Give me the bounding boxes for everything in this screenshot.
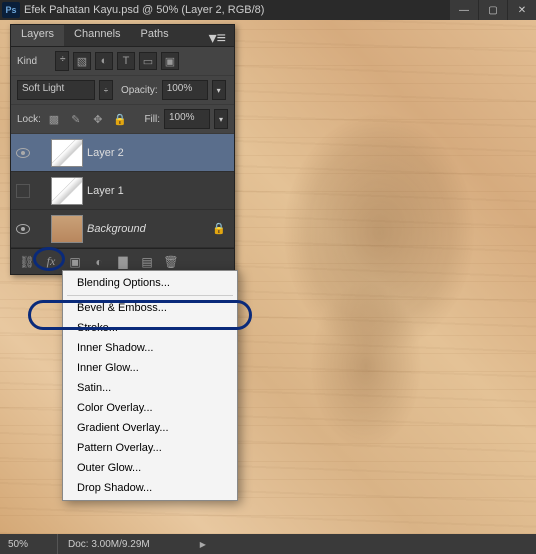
layer-name[interactable]: Background [87,223,212,235]
filter-smart-icon[interactable]: ▣ [161,52,179,70]
layer-style-menu: Blending Options... Bevel & Emboss... St… [62,270,238,501]
visibility-toggle[interactable] [11,184,35,198]
maximize-button[interactable]: ▢ [479,0,507,20]
fill-arrow[interactable]: ▾ [214,109,228,129]
menu-stroke[interactable]: Stroke... [63,318,237,338]
blend-mode-arrow[interactable]: ÷ [99,80,113,100]
lock-icon: 🔒 [212,222,234,235]
opacity-arrow[interactable]: ▾ [212,80,226,100]
fill-value[interactable]: 100% [164,109,210,129]
menu-bevel-emboss[interactable]: Bevel & Emboss... [63,298,237,318]
portrait-sketch [236,100,496,480]
blend-row: Soft Light ÷ Opacity: 100% ▾ [11,76,234,105]
kind-label: Kind [17,56,51,67]
document-title: Efek Pahatan Kayu.psd @ 50% (Layer 2, RG… [24,4,449,16]
menu-drop-shadow[interactable]: Drop Shadow... [63,478,237,498]
fill-label: Fill: [144,114,160,125]
doc-size[interactable]: Doc: 3.00M/9.29M [58,539,150,550]
layer-row-1[interactable]: Layer 1 [11,172,234,210]
lock-paint-icon[interactable]: ✎ [67,110,85,128]
layer-thumbnail[interactable] [51,215,83,243]
zoom-level[interactable]: 50% [0,534,58,554]
layer-name[interactable]: Layer 2 [87,147,234,159]
tab-paths[interactable]: Paths [131,25,179,46]
menu-outer-glow[interactable]: Outer Glow... [63,458,237,478]
layer-fx-button[interactable]: fx [39,251,63,273]
menu-inner-shadow[interactable]: Inner Shadow... [63,338,237,358]
title-bar: Ps Efek Pahatan Kayu.psd @ 50% (Layer 2,… [0,0,536,20]
filter-adjust-icon[interactable]: ◐ [95,52,113,70]
layer-thumbnail[interactable] [51,177,83,205]
layer-thumbnail[interactable] [51,139,83,167]
app-badge: Ps [2,2,20,18]
lock-trans-icon[interactable]: ▩ [45,110,63,128]
tab-layers[interactable]: Layers [11,25,64,46]
filter-shape-icon[interactable]: ▭ [139,52,157,70]
menu-pattern-overlay[interactable]: Pattern Overlay... [63,438,237,458]
close-button[interactable]: ✕ [508,0,536,20]
filter-type-icon[interactable]: T [117,52,135,70]
layer-name[interactable]: Layer 1 [87,185,234,197]
menu-satin[interactable]: Satin... [63,378,237,398]
status-arrow-icon[interactable]: ▶ [200,540,206,549]
layers-panel: Layers Channels Paths ▾≡ Kind ÷ ▧ ◐ T ▭ … [10,24,235,275]
opacity-label: Opacity: [121,85,158,96]
visibility-toggle[interactable] [11,148,35,158]
filter-row: Kind ÷ ▧ ◐ T ▭ ▣ [11,47,234,76]
blend-mode-select[interactable]: Soft Light [17,80,95,100]
lock-row: Lock: ▩ ✎ ✥ 🔒 Fill: 100% ▾ [11,105,234,134]
layer-row-bg[interactable]: Background 🔒 [11,210,234,248]
menu-inner-glow[interactable]: Inner Glow... [63,358,237,378]
lock-move-icon[interactable]: ✥ [89,110,107,128]
panel-tabs: Layers Channels Paths ▾≡ [11,25,234,47]
menu-separator [67,295,233,296]
menu-color-overlay[interactable]: Color Overlay... [63,398,237,418]
kind-dropdown[interactable]: ÷ [55,51,69,71]
minimize-button[interactable]: — [450,0,478,20]
menu-blending-options[interactable]: Blending Options... [63,273,237,293]
lock-label: Lock: [17,114,41,125]
tab-channels[interactable]: Channels [64,25,130,46]
eye-icon [16,148,30,158]
lock-all-icon[interactable]: 🔒 [111,110,129,128]
eye-icon [16,224,30,234]
visibility-off [16,184,30,198]
panel-menu-icon[interactable]: ▾≡ [201,25,234,46]
link-layers-button[interactable]: ⛓ [15,251,39,273]
menu-gradient-overlay[interactable]: Gradient Overlay... [63,418,237,438]
layer-list: Layer 2 Layer 1 Background 🔒 [11,134,234,248]
filter-pixel-icon[interactable]: ▧ [73,52,91,70]
visibility-toggle[interactable] [11,224,35,234]
status-bar: 50% Doc: 3.00M/9.29M ▶ [0,534,536,554]
opacity-value[interactable]: 100% [162,80,208,100]
layer-row-2[interactable]: Layer 2 [11,134,234,172]
